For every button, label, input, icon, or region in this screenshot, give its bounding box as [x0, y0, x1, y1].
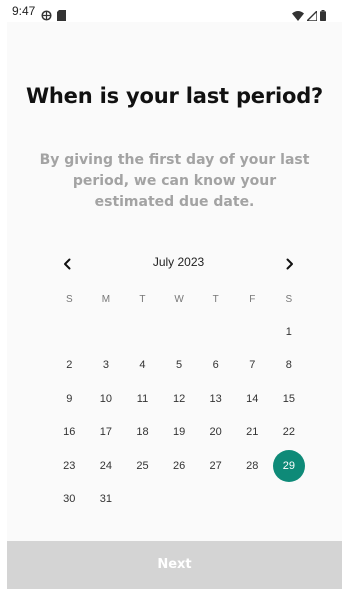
calendar-day-label: 13: [209, 392, 222, 405]
calendar-day-selected[interactable]: 29: [271, 449, 308, 483]
calendar-day-label: 26: [172, 459, 186, 472]
next-button[interactable]: Next: [7, 541, 342, 589]
calendar-day-label: 1: [285, 325, 292, 338]
weekday-header-row: S M T W T F S: [51, 294, 307, 305]
calendar-day[interactable]: 30: [51, 483, 88, 517]
weekday-label: F: [249, 294, 256, 305]
calendar-day-label: 7: [249, 359, 256, 372]
calendar-day-label: 27: [209, 459, 222, 472]
page-subtitle: By giving the first day of your last per…: [39, 152, 310, 210]
calendar-day[interactable]: 13: [197, 382, 234, 416]
calendar-day[interactable]: 17: [88, 416, 125, 450]
calendar-day[interactable]: 20: [197, 416, 234, 450]
calendar-day[interactable]: 5: [161, 349, 198, 383]
calendar-day-label: 20: [209, 426, 222, 439]
calendar-day-label: 23: [63, 459, 76, 472]
calendar-empty-cell: [124, 315, 161, 349]
calendar-day[interactable]: 31: [88, 483, 125, 517]
next-month-button[interactable]: [279, 253, 301, 275]
calendar-day-label: 6: [212, 359, 219, 372]
calendar-empty-cell: [161, 315, 198, 349]
calendar-day[interactable]: 14: [234, 382, 271, 416]
weekday-label: T: [139, 294, 146, 305]
calendar-day-label: 4: [139, 359, 146, 372]
calendar-empty-cell: [51, 315, 88, 349]
calendar-day-label: 5: [176, 359, 183, 372]
calendar-day-label: 29: [272, 449, 305, 482]
calendar-day[interactable]: 23: [51, 449, 88, 483]
month-label: July 2023: [152, 255, 205, 269]
calendar-day[interactable]: 3: [88, 349, 125, 383]
page-title: When is your last period?: [25, 84, 324, 108]
calendar-day-label: 3: [102, 359, 109, 372]
calendar-day[interactable]: 9: [51, 382, 88, 416]
calendar-empty-cell: [88, 315, 125, 349]
chevron-left-icon: [64, 258, 71, 270]
chevron-right-icon: [286, 258, 293, 270]
calendar-day-label: 15: [282, 392, 295, 405]
calendar-day[interactable]: 28: [234, 449, 271, 483]
calendar-day-label: 18: [136, 426, 149, 439]
calendar-day-label: 16: [63, 426, 76, 439]
status-bar: 9:47: [0, 0, 342, 22]
calendar-day-label: 9: [66, 392, 73, 405]
calendar-day[interactable]: 26: [161, 449, 198, 483]
weekday-label: T: [212, 294, 219, 305]
calendar-day[interactable]: 4: [124, 349, 161, 383]
calendar-header: July 2023: [7, 251, 342, 275]
calendar-day[interactable]: 24: [88, 449, 125, 483]
calendar-day[interactable]: 27: [197, 449, 234, 483]
calendar-day[interactable]: 2: [51, 349, 88, 383]
calendar-day-label: 12: [172, 392, 186, 405]
calendar-day-label: 21: [246, 426, 259, 439]
calendar-day-label: 10: [99, 392, 113, 405]
calendar-day[interactable]: 18: [124, 416, 161, 450]
calendar-day-label: 31: [99, 493, 113, 506]
status-time: 9:47: [12, 4, 36, 18]
calendar-day-label: 2: [66, 359, 73, 372]
calendar-day[interactable]: 16: [51, 416, 88, 450]
onboarding-screen: When is your last period? By giving the …: [7, 22, 342, 589]
calendar-day[interactable]: 15: [271, 382, 308, 416]
calendar-day[interactable]: 21: [234, 416, 271, 450]
weekday-label: M: [101, 294, 111, 305]
previous-month-button[interactable]: [56, 253, 78, 275]
calendar-day-label: 22: [282, 426, 295, 439]
weekday-label: W: [174, 294, 184, 305]
weekday-label: S: [65, 294, 73, 305]
calendar-day[interactable]: 12: [161, 382, 198, 416]
calendar-day-label: 19: [172, 426, 186, 439]
calendar-empty-cell: [197, 315, 234, 349]
calendar-day-grid: 1 2 3 4 5 6 7 8 9 10 11 12 13 14 15 16 17 18 19 20 21 22 23 24 2…: [51, 315, 307, 516]
calendar-day-label: 8: [285, 359, 292, 372]
calendar-day[interactable]: 11: [124, 382, 161, 416]
calendar-day-label: 14: [246, 392, 259, 405]
calendar-day[interactable]: 10: [88, 382, 125, 416]
calendar-day[interactable]: 22: [271, 416, 308, 450]
calendar-day-label: 25: [136, 459, 149, 472]
calendar-day[interactable]: 25: [124, 449, 161, 483]
calendar-empty-cell: [234, 315, 271, 349]
calendar-day-label: 24: [99, 459, 113, 472]
calendar-day[interactable]: 7: [234, 349, 271, 383]
calendar-day-label: 17: [99, 426, 113, 439]
calendar-day[interactable]: 6: [197, 349, 234, 383]
calendar-day[interactable]: 1: [271, 315, 308, 349]
calendar-day-label: 28: [246, 459, 259, 472]
calendar-day-label: 11: [136, 392, 149, 405]
calendar-day[interactable]: 19: [161, 416, 198, 450]
calendar-day-label: 30: [63, 493, 76, 506]
weekday-label: S: [285, 294, 293, 305]
calendar-day[interactable]: 8: [271, 349, 308, 383]
